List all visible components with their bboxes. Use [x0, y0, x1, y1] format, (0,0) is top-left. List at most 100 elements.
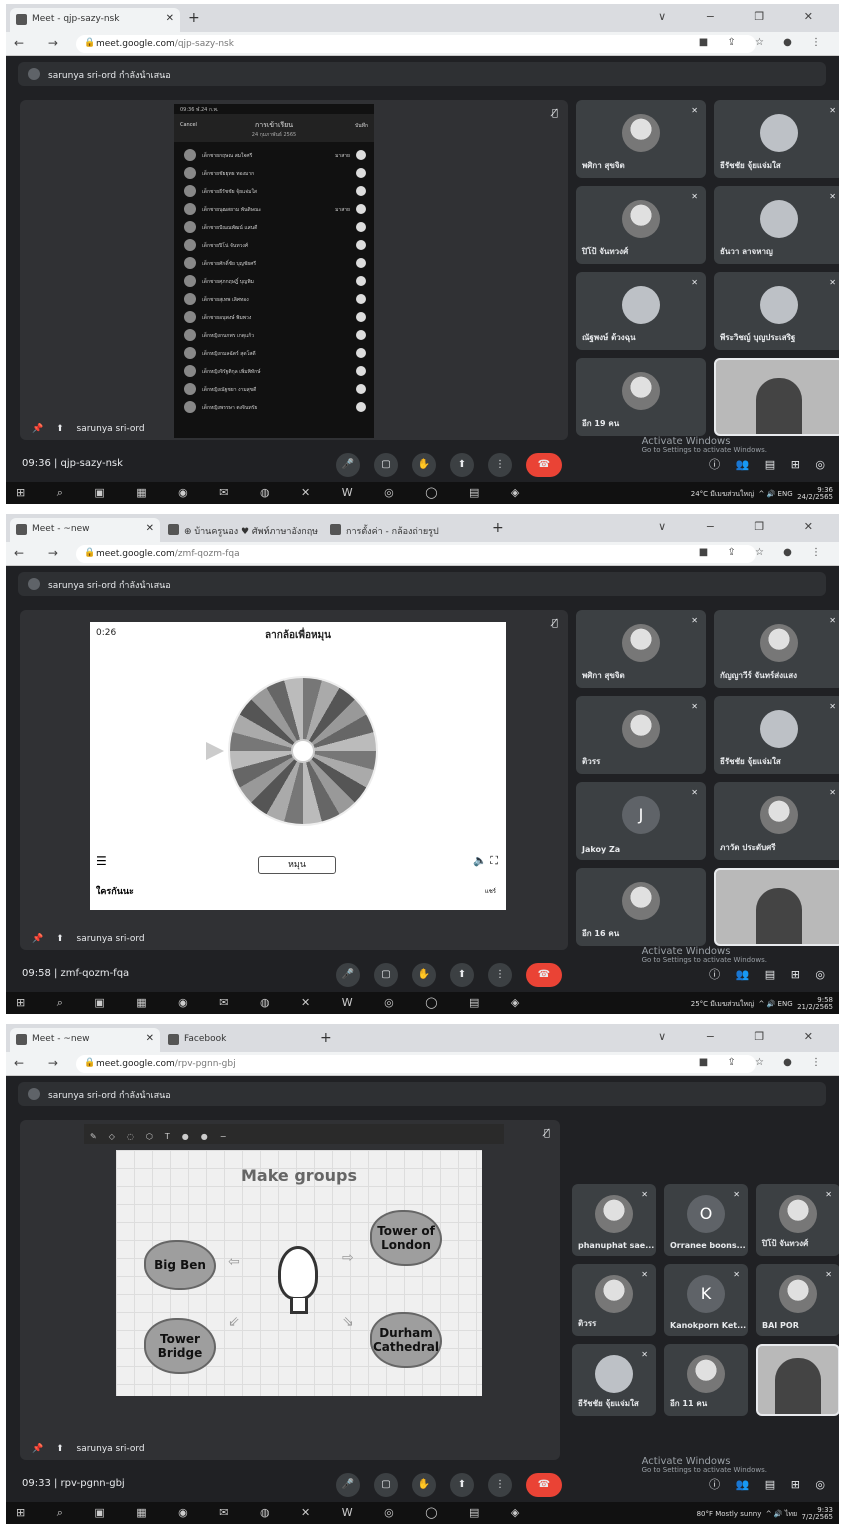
window-controls[interactable]: ∨ − ❐ ✕: [658, 10, 831, 23]
color-dot-icon[interactable]: ●: [182, 1132, 189, 1141]
cancel-button[interactable]: Cancel: [180, 122, 197, 128]
side-panel-icons[interactable]: ⓘ 👥 ▤ ⊞ ◎: [709, 456, 831, 472]
address-bar-icons[interactable]: ■ ⇪ ☆ ● ⋮: [699, 1057, 829, 1068]
tab-vocab[interactable]: ⊕ บ้านครูนอง ♥ ศัพท์ภาษาอังกฤษ: [162, 518, 322, 542]
mic-button[interactable]: 🎤: [336, 963, 360, 987]
camera-button[interactable]: ▢: [374, 1473, 398, 1497]
shape-tool-icon[interactable]: ⬡: [146, 1132, 153, 1141]
more-participants-tile[interactable]: อีก 16 คน: [576, 868, 706, 946]
participant-tile[interactable]: ✕ ติวรร: [572, 1264, 656, 1336]
participant-tile[interactable]: ✕ ติวรร: [576, 696, 706, 774]
more-options-button[interactable]: ⋮: [488, 963, 512, 987]
pin-icon[interactable]: 📌: [32, 424, 43, 434]
new-tab-button[interactable]: +: [492, 520, 504, 536]
new-tab-button[interactable]: +: [188, 10, 200, 26]
attendance-check[interactable]: [356, 150, 366, 160]
pen-tool-icon[interactable]: ✎: [90, 1132, 97, 1141]
attendance-row[interactable]: เด็กชายธีรัชชัย จุ้ยแจ่มใส: [184, 184, 366, 200]
attendance-row[interactable]: เด็กชายนุฒสยาม พันดิษณะ มาสาย: [184, 202, 366, 218]
taskbar-apps[interactable]: ⊞ ⌕ ▣ ▦ ◉ ✉ ◍ ✕ W ◎ ◯ ▤ ◈: [16, 996, 533, 1010]
address-bar-icons[interactable]: ■ ⇪ ☆ ● ⋮: [699, 37, 829, 48]
participant-tile[interactable]: ✕ ภาวัต ประดับศรี: [714, 782, 839, 860]
tab-facebook[interactable]: Facebook: [162, 1028, 312, 1052]
participant-tile[interactable]: ✕ ปิโป้ จันทวงศ์: [576, 186, 706, 264]
lang-indicator[interactable]: ENG: [778, 1000, 793, 1008]
present-button[interactable]: ⬆: [450, 453, 474, 477]
leave-call-button[interactable]: ☎: [526, 453, 562, 477]
color-dot-icon[interactable]: ●: [201, 1132, 208, 1141]
self-video-tile[interactable]: [756, 1344, 839, 1416]
text-tool-icon[interactable]: T: [165, 1132, 170, 1141]
attendance-row[interactable]: เด็กหญิงณัฐชยา งามสุขดี: [184, 382, 366, 398]
group-tower-of-london[interactable]: Tower of London: [370, 1210, 442, 1266]
attendance-row[interactable]: เด็กหญิงกนกพร เกตุแก้ว: [184, 328, 366, 344]
attendance-row[interactable]: เด็กชายกฤษณ สมใจศรี มาสาย: [184, 148, 366, 164]
attendance-check[interactable]: [356, 330, 366, 340]
attendance-row[interactable]: เด็กชายสุเทพ เลิศทอง: [184, 292, 366, 308]
share-button[interactable]: แชร์: [485, 886, 496, 896]
group-big-ben[interactable]: Big Ben: [144, 1240, 216, 1290]
lang-indicator[interactable]: ไทย: [785, 1510, 797, 1518]
window-controls[interactable]: ∨ − ❐ ✕: [658, 520, 831, 533]
raise-hand-button[interactable]: ✋: [412, 453, 436, 477]
leave-call-button[interactable]: ☎: [526, 963, 562, 987]
participant-tile[interactable]: K ✕ Kanokporn Ket...: [664, 1264, 748, 1336]
tab-meet[interactable]: Meet - ~new ✕: [10, 1028, 160, 1052]
line-width-icon[interactable]: −: [220, 1132, 227, 1141]
participant-tile[interactable]: ✕ ธันวา ลาจหาญ: [714, 186, 839, 264]
more-participants-tile[interactable]: อีก 11 คน: [664, 1344, 748, 1416]
attendance-row[interactable]: เด็กชายศุภกฤษฎิ์ บุญพิม: [184, 274, 366, 290]
participant-tile[interactable]: ✕ พศิกา สุขจิต: [576, 100, 706, 178]
spin-wheel[interactable]: [228, 676, 378, 826]
participant-tile[interactable]: ✕ พศิกา สุขจิต: [576, 610, 706, 688]
save-button[interactable]: บันทึก: [355, 122, 368, 130]
camera-button[interactable]: ▢: [374, 963, 398, 987]
address-bar-icons[interactable]: ■ ⇪ ☆ ● ⋮: [699, 547, 829, 558]
mic-button[interactable]: 🎤: [336, 453, 360, 477]
window-controls[interactable]: ∨ − ❐ ✕: [658, 1030, 831, 1043]
raise-hand-button[interactable]: ✋: [412, 1473, 436, 1497]
raise-hand-button[interactable]: ✋: [412, 963, 436, 987]
participant-tile[interactable]: ✕ พีระวิชญ์ บุญประเสริฐ: [714, 272, 839, 350]
attendance-check[interactable]: [356, 294, 366, 304]
participant-tile[interactable]: ✕ กัญญาวีร์ จันทร์ส่งแสง: [714, 610, 839, 688]
mic-button[interactable]: 🎤: [336, 1473, 360, 1497]
url-field[interactable]: 🔒 meet.google.com/qjp-sazy-nsk: [76, 35, 756, 53]
pin-icon[interactable]: 📌: [32, 1444, 43, 1454]
participant-tile[interactable]: O ✕ Orranee boons...: [664, 1184, 748, 1256]
present-icon[interactable]: ⬆: [56, 934, 64, 944]
eraser-tool-icon[interactable]: ◇: [109, 1132, 115, 1141]
attendance-check[interactable]: [356, 186, 366, 196]
more-options-button[interactable]: ⋮: [488, 1473, 512, 1497]
more-participants-tile[interactable]: อีก 19 คน: [576, 358, 706, 436]
participant-tile[interactable]: ✕ ธีรัชชัย จุ้ยแจ่มใส: [714, 100, 839, 178]
attendance-row[interactable]: เด็กชายชัยยุทธ ทองมาก: [184, 166, 366, 182]
tab-camera-settings[interactable]: การตั้งค่า - กล้องถ่ายรูป: [324, 518, 484, 542]
participant-tile[interactable]: J ✕ Jakoy Za: [576, 782, 706, 860]
taskbar-apps[interactable]: ⊞ ⌕ ▣ ▦ ◉ ✉ ◍ ✕ W ◎ ◯ ▤ ◈: [16, 1506, 533, 1520]
group-durham-cathedral[interactable]: Durham Cathedral: [370, 1312, 442, 1368]
attendance-row[interactable]: เด็กชายปิโน่ จันทวงศ์: [184, 238, 366, 254]
attendance-check[interactable]: [356, 240, 366, 250]
attendance-check[interactable]: [356, 384, 366, 394]
self-video-tile[interactable]: [714, 358, 839, 436]
attendance-check[interactable]: [356, 222, 366, 232]
tab-meet[interactable]: Meet - qjp-sazy-nsk ✕: [10, 8, 180, 32]
participant-tile[interactable]: ✕ ธีรัชชัย จุ้ยแจ่มใส: [714, 696, 839, 774]
attendance-row[interactable]: เด็กชายศักดิ์ชัย บุญชัยศรี: [184, 256, 366, 272]
new-tab-button[interactable]: +: [320, 1030, 332, 1046]
participant-tile[interactable]: ✕ ณัฐพงษ์ ด้วงฉุน: [576, 272, 706, 350]
url-field[interactable]: 🔒 meet.google.com/rpv-pgnn-gbj: [76, 1055, 756, 1073]
menu-icon[interactable]: ☰: [96, 854, 107, 868]
tab-meet[interactable]: Meet - ~new ✕: [10, 518, 160, 542]
sound-fullscreen-icons[interactable]: 🔈 ⛶: [473, 854, 498, 868]
lang-indicator[interactable]: ENG: [778, 490, 793, 498]
participant-tile[interactable]: ✕ ธีรัชชัย จุ้ยแจ่มใส: [572, 1344, 656, 1416]
present-button[interactable]: ⬆: [450, 963, 474, 987]
present-icon[interactable]: ⬆: [56, 424, 64, 434]
attendance-check[interactable]: [356, 402, 366, 412]
attendance-check[interactable]: [356, 204, 366, 214]
attendance-row[interactable]: เด็กชายอนุพงษ์ พิมพวง: [184, 310, 366, 326]
pin-icon[interactable]: 📌: [32, 934, 43, 944]
camera-button[interactable]: ▢: [374, 453, 398, 477]
